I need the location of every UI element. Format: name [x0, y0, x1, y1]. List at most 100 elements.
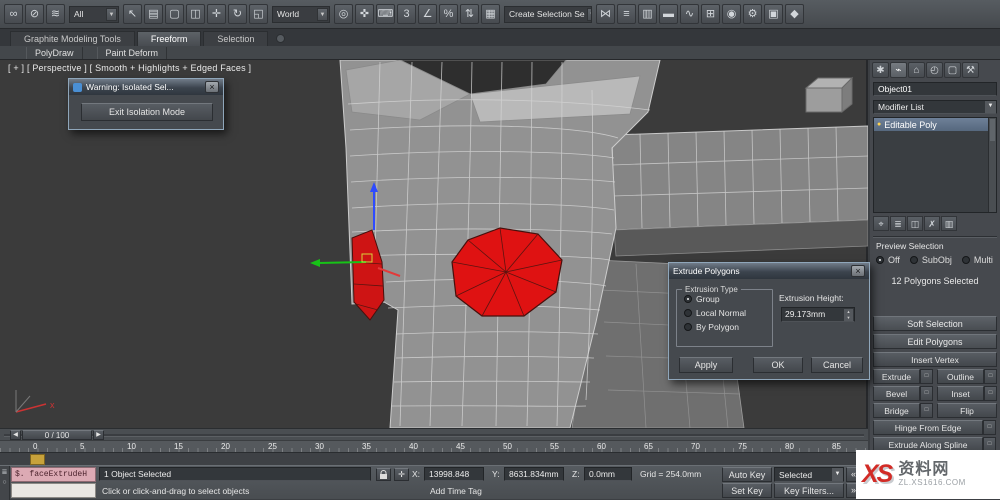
y-coordinate-field[interactable]: 8631.834mm [504, 467, 564, 481]
key-selection-dropdown[interactable]: Selected ▼ [774, 467, 844, 482]
extrude-dialog-titlebar[interactable]: Extrude Polygons × [669, 263, 869, 279]
inset-settings-icon[interactable]: □ [984, 386, 997, 401]
stack-item-editable-poly[interactable]: ● Editable Poly [874, 118, 996, 131]
rendered-frame-icon[interactable]: ▣ [764, 4, 783, 24]
snaps-toggle-icon[interactable]: 3 [397, 4, 416, 24]
show-end-result-icon[interactable]: ≣ [890, 216, 906, 231]
apply-button[interactable]: Apply [679, 357, 733, 373]
extrude-settings-icon[interactable]: □ [920, 369, 933, 384]
selection-filter-dropdown[interactable]: All ▼ [69, 5, 119, 23]
tab-selection[interactable]: Selection [203, 31, 269, 46]
spinner-snap-icon[interactable]: ⇅ [460, 4, 479, 24]
radio-by-polygon[interactable]: By Polygon [684, 322, 772, 332]
outline-button[interactable]: Outline [937, 369, 984, 384]
ribbon-options-icon[interactable] [276, 34, 286, 43]
preview-off-radio[interactable]: Off [876, 255, 900, 265]
modifier-list-dropdown[interactable]: Modifier List ▼ [873, 100, 997, 114]
viewport-label[interactable]: [ + ] [ Perspective ] [ Smooth + Highlig… [8, 63, 251, 73]
maxscript-listener-line[interactable] [11, 483, 96, 498]
key-filters-button[interactable]: Key Filters... [774, 483, 844, 498]
time-slider[interactable]: ◀ 0 / 100 ▶ [0, 428, 868, 440]
scrollbar-thumb[interactable] [990, 119, 995, 141]
window-crossing-icon[interactable]: ◫ [186, 4, 205, 24]
pin-stack-icon[interactable]: ⌖ [873, 216, 889, 231]
make-unique-icon[interactable]: ◫ [907, 216, 923, 231]
select-and-scale-icon[interactable]: ◱ [249, 4, 268, 24]
selection-lock-icon[interactable] [376, 468, 391, 481]
subtab-paint-deform[interactable]: Paint Deform [96, 46, 168, 59]
modify-tab[interactable]: ⌁ [890, 62, 907, 78]
outline-settings-icon[interactable]: □ [984, 369, 997, 384]
macro-recorder-icon[interactable]: ○ [2, 479, 6, 486]
bridge-button[interactable]: Bridge [873, 403, 920, 418]
macro-recorder-line[interactable]: $. faceExtrudeH [11, 467, 96, 482]
material-editor-icon[interactable]: ◉ [722, 4, 741, 24]
ok-button[interactable]: OK [753, 357, 803, 373]
display-tab[interactable]: ▢ [944, 62, 961, 78]
select-by-name-icon[interactable]: ▤ [144, 4, 163, 24]
bind-to-space-warp-icon[interactable]: ≋ [46, 4, 65, 24]
angle-snap-icon[interactable]: ∠ [418, 4, 437, 24]
insert-vertex-button[interactable]: Insert Vertex [873, 352, 997, 367]
hierarchy-tab[interactable]: ⌂ [908, 62, 925, 78]
warning-dialog-titlebar[interactable]: Warning: Isolated Sel... × [69, 79, 223, 95]
flip-button[interactable]: Flip [937, 403, 997, 418]
motion-tab[interactable]: ◴ [926, 62, 943, 78]
set-key-button[interactable]: Set Key [722, 483, 772, 498]
bridge-settings-icon[interactable]: □ [920, 403, 933, 418]
graphite-toggle-icon[interactable]: ▬ [659, 4, 678, 24]
chevron-down-icon[interactable]: ▼ [832, 468, 843, 481]
subtab-polydraw[interactable]: PolyDraw [26, 46, 83, 59]
select-and-manipulate-icon[interactable]: ✜ [355, 4, 374, 24]
use-pivot-center-icon[interactable]: ◎ [334, 4, 353, 24]
chevron-down-icon[interactable]: ▼ [985, 101, 996, 113]
time-slider-handle[interactable]: 0 / 100 [22, 430, 92, 440]
mirror-icon[interactable]: ⋈ [596, 4, 615, 24]
create-tab[interactable]: ✱ [872, 62, 889, 78]
layer-manager-icon[interactable]: ▥ [638, 4, 657, 24]
track-bar[interactable] [0, 452, 868, 465]
maxscript-listener-icon[interactable]: ≣ [2, 468, 8, 476]
extrusion-height-input[interactable]: 29.173mm ▲ ▼ [781, 307, 855, 322]
height-spinner[interactable]: ▲ ▼ [844, 309, 853, 321]
box-object[interactable] [804, 76, 854, 114]
percent-snap-icon[interactable]: % [439, 4, 458, 24]
named-selection-sets-dropdown[interactable]: Create Selection Se▼ [504, 5, 592, 23]
reference-coordinate-dropdown[interactable]: World ▼ [272, 5, 330, 23]
render-production-icon[interactable]: ◆ [785, 4, 804, 24]
tab-graphite-modeling-tools[interactable]: Graphite Modeling Tools [10, 31, 135, 46]
select-and-rotate-icon[interactable]: ↻ [228, 4, 247, 24]
render-setup-icon[interactable]: ⚙ [743, 4, 762, 24]
previous-frame-icon[interactable]: ◀ [10, 430, 21, 440]
align-icon[interactable]: ≡ [617, 4, 636, 24]
chevron-down-icon[interactable]: ▼ [586, 7, 591, 21]
z-coordinate-field[interactable]: 0.0mm [584, 467, 632, 481]
remove-modifier-icon[interactable]: ✗ [924, 216, 940, 231]
modifier-stack[interactable]: ● Editable Poly [873, 117, 997, 213]
rectangular-region-icon[interactable]: ▢ [165, 4, 184, 24]
radio-group[interactable]: Group [684, 294, 772, 304]
radio-local-normal[interactable]: Local Normal [684, 308, 772, 318]
close-icon[interactable]: × [851, 265, 865, 277]
inset-button[interactable]: Inset [937, 386, 984, 401]
select-and-link-icon[interactable]: ∞ [4, 4, 23, 24]
edit-polygons-rollout[interactable]: Edit Polygons [873, 334, 997, 349]
chevron-down-icon[interactable]: ▼ [106, 7, 117, 21]
x-coordinate-field[interactable]: 13998.848 [424, 467, 484, 481]
utilities-tab[interactable]: ⚒ [962, 62, 979, 78]
curve-editor-icon[interactable]: ∿ [680, 4, 699, 24]
tab-freeform[interactable]: Freeform [136, 31, 202, 46]
bevel-button[interactable]: Bevel [873, 386, 920, 401]
auto-key-button[interactable]: Auto Key [722, 467, 772, 482]
absolute-mode-toggle-icon[interactable]: ✛ [394, 468, 409, 481]
exit-isolation-mode-button[interactable]: Exit Isolation Mode [81, 103, 213, 121]
object-name-field[interactable]: Object01 [873, 82, 997, 96]
close-icon[interactable]: × [205, 81, 219, 93]
soft-selection-rollout[interactable]: Soft Selection [873, 316, 997, 331]
chevron-down-icon[interactable]: ▼ [317, 7, 328, 21]
configure-modifier-sets-icon[interactable]: ▥ [941, 216, 957, 231]
keyboard-override-icon[interactable]: ⌨ [376, 4, 395, 24]
select-object-icon[interactable]: ↖ [123, 4, 142, 24]
schematic-view-icon[interactable]: ⊞ [701, 4, 720, 24]
extrude-button[interactable]: Extrude [873, 369, 920, 384]
